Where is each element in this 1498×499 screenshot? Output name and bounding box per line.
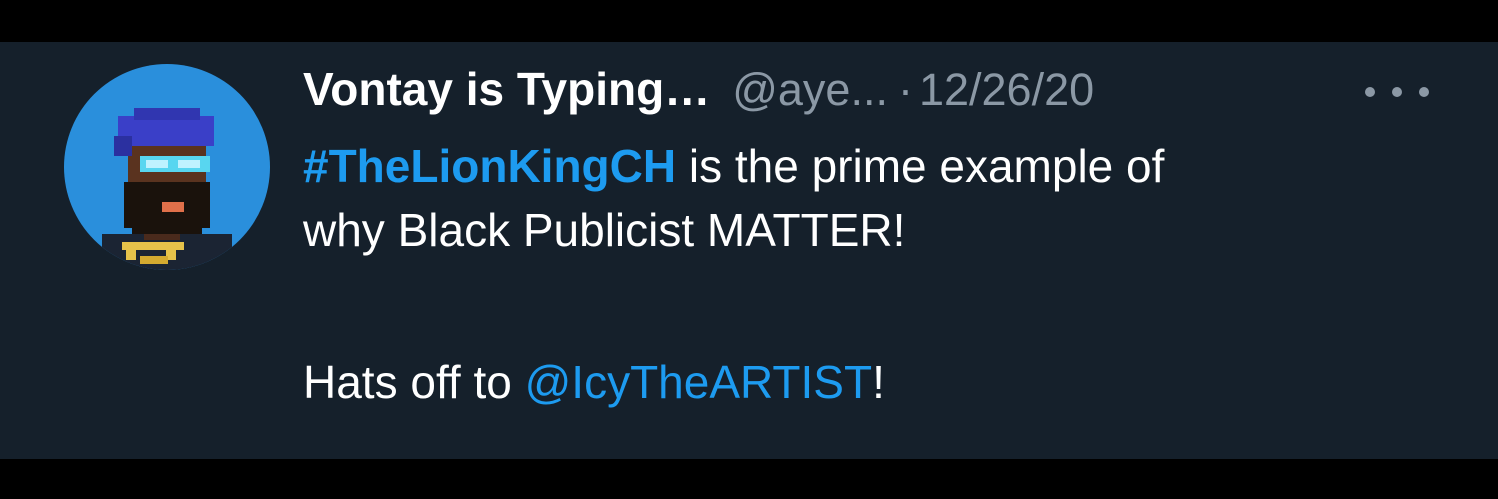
tweet-line: #TheLionKingCH is the prime example of bbox=[303, 134, 1453, 198]
more-dot bbox=[1419, 87, 1429, 97]
separator-dot: · bbox=[897, 64, 913, 115]
tweet-text-segment: ! bbox=[872, 356, 885, 408]
timestamp[interactable]: 12/26/20 bbox=[919, 64, 1094, 116]
tweet-line: why Black Publicist MATTER! bbox=[303, 204, 906, 256]
tweet-header: Vontay is Typing… @aye... · 12/26/20 bbox=[303, 62, 1453, 122]
more-horizontal-icon[interactable] bbox=[1365, 80, 1429, 104]
more-dot bbox=[1392, 87, 1402, 97]
tweet-line: Hats off to @IcyTheARTIST! bbox=[303, 350, 1453, 414]
mention-link[interactable]: @IcyTheARTIST bbox=[525, 356, 872, 408]
display-name[interactable]: Vontay is Typing… bbox=[303, 62, 710, 116]
avatar[interactable] bbox=[64, 64, 270, 270]
hashtag-link[interactable]: #TheLionKingCH bbox=[303, 140, 676, 192]
tweet-container: Vontay is Typing… @aye... · 12/26/20 #Th… bbox=[0, 42, 1498, 459]
pixel-art-avatar-icon bbox=[102, 108, 232, 270]
tweet-text-segment: is the prime example of bbox=[676, 140, 1165, 192]
tweet-text-segment: Hats off to bbox=[303, 356, 525, 408]
tweet-content: Vontay is Typing… @aye... · 12/26/20 #Th… bbox=[303, 62, 1453, 414]
more-dot bbox=[1365, 87, 1375, 97]
tweet-text: #TheLionKingCH is the prime example of w… bbox=[303, 134, 1453, 414]
user-handle[interactable]: @aye... bbox=[732, 64, 888, 116]
